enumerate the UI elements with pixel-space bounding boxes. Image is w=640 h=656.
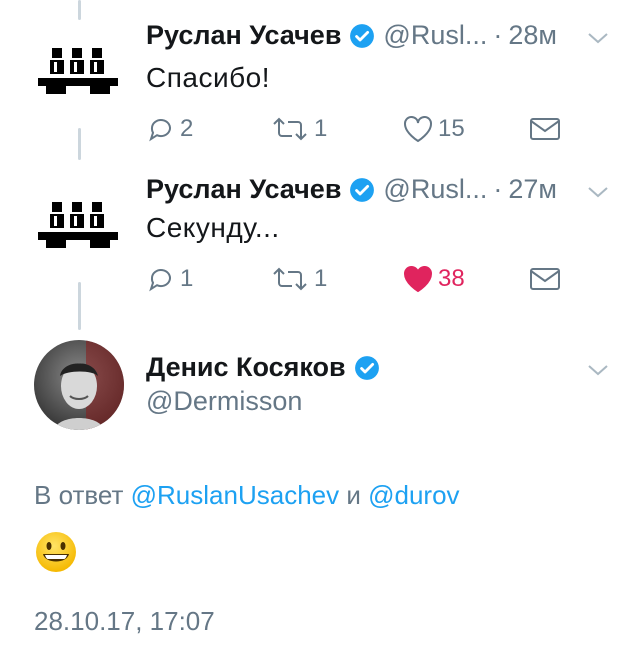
tweet-actions: 2 1 15	[146, 114, 576, 144]
retweet-count: 1	[314, 115, 328, 142]
tweet-actions: 1 1 38	[146, 264, 576, 294]
timestamp[interactable]: 27м	[508, 174, 557, 205]
direct-message-button[interactable]	[528, 264, 562, 294]
avatar[interactable]	[34, 340, 124, 430]
heart-icon	[404, 266, 432, 293]
direct-message-icon	[530, 118, 560, 140]
tweet-text: Секунду...	[146, 212, 280, 243]
chevron-down-icon[interactable]	[586, 358, 610, 382]
like-button[interactable]: 38	[402, 264, 465, 294]
reply-icon	[149, 119, 171, 142]
chevron-down-icon[interactable]	[586, 180, 610, 204]
reply-button[interactable]: 2	[146, 114, 193, 144]
retweet-icon	[273, 117, 307, 141]
reply-count: 1	[180, 265, 194, 292]
author-handle[interactable]: @Rusl...	[383, 20, 487, 51]
separator: ·	[493, 174, 503, 204]
author-name[interactable]: Руслан Усачев	[146, 174, 341, 205]
mention-link[interactable]: @RuslanUsachev	[131, 480, 339, 510]
separator: ·	[493, 20, 503, 50]
avatar[interactable]	[38, 46, 118, 106]
retweet-icon	[273, 267, 307, 291]
chevron-down-icon[interactable]	[586, 26, 610, 50]
main-tweet-header: Денис Косяков	[146, 352, 388, 383]
tweet-text: Спасибо!	[146, 62, 270, 93]
reply-prefix: В ответ	[34, 480, 124, 510]
retweet-button[interactable]: 1	[270, 114, 327, 144]
verified-badge-icon	[350, 177, 375, 202]
tweet-2[interactable]: Руслан Усачев @Rusl... · 27м Секунду... …	[0, 160, 640, 310]
verified-badge-icon	[350, 23, 375, 48]
reply-count: 2	[180, 115, 194, 142]
tweet-header: Руслан Усачев @Rusl... · 27м	[146, 174, 557, 205]
mention-link[interactable]: @durov	[368, 480, 459, 510]
author-name[interactable]: Руслан Усачев	[146, 20, 341, 51]
tweet-header: Руслан Усачев @Rusl... · 28м	[146, 20, 557, 51]
heart-icon	[404, 116, 432, 143]
reply-conjunction: и	[346, 480, 361, 510]
author-handle[interactable]: @Dermisson	[146, 386, 302, 417]
like-count: 15	[438, 115, 465, 142]
grinning-face-icon	[36, 532, 76, 572]
author-name[interactable]: Денис Косяков	[146, 352, 346, 383]
reply-context: В ответ @RuslanUsachev и @durov	[34, 480, 460, 511]
verified-badge-icon	[354, 355, 379, 380]
retweet-button[interactable]: 1	[270, 264, 327, 294]
author-handle[interactable]: @Rusl...	[383, 174, 487, 205]
like-count: 38	[438, 265, 465, 292]
tweet-1[interactable]: Руслан Усачев @Rusl... · 28м Спасибо! 2 …	[0, 0, 640, 160]
reply-button[interactable]: 1	[146, 264, 193, 294]
like-button[interactable]: 15	[402, 114, 465, 144]
direct-message-button[interactable]	[528, 114, 562, 144]
avatar[interactable]	[38, 200, 118, 260]
tweet-date: 28.10.17, 17:07	[34, 606, 215, 636]
direct-message-icon	[530, 268, 560, 290]
reply-icon	[149, 269, 171, 292]
timestamp[interactable]: 28м	[508, 20, 557, 51]
retweet-count: 1	[314, 265, 328, 292]
